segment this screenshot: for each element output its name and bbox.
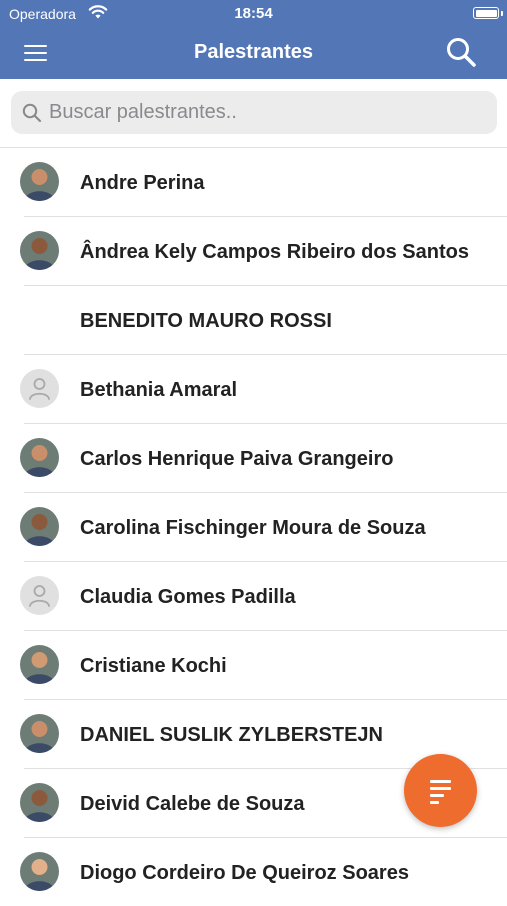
app-header: Operadora 18:54 Palestrantes: [0, 0, 507, 79]
speaker-row[interactable]: Andre Perina: [20, 148, 507, 217]
speaker-row[interactable]: Bethania Amaral: [20, 355, 507, 424]
speaker-name: Cristiane Kochi: [80, 655, 227, 677]
search-input[interactable]: [49, 91, 479, 134]
page-title: Palestrantes: [194, 41, 313, 63]
speaker-row[interactable]: BENEDITO MAURO ROSSI: [24, 286, 507, 355]
avatar: [20, 507, 59, 546]
speaker-name: Deivid Calebe de Souza: [80, 793, 305, 815]
speaker-name: Diogo Cordeiro De Queiroz Soares: [80, 862, 409, 884]
speaker-row[interactable]: Claudia Gomes Padilla: [20, 562, 507, 631]
avatar: [20, 714, 59, 753]
speaker-row[interactable]: Carolina Fischinger Moura de Souza: [20, 493, 507, 562]
speaker-name: DANIEL SUSLIK ZYLBERSTEJN: [80, 724, 383, 746]
speaker-name: Andre Perina: [80, 172, 205, 194]
speaker-row[interactable]: Ândrea Kely Campos Ribeiro dos Santos: [20, 217, 507, 286]
speaker-name: Ândrea Kely Campos Ribeiro dos Santos: [80, 241, 469, 263]
search-bar[interactable]: [11, 91, 497, 134]
battery-icon: [473, 7, 499, 19]
speaker-name: Claudia Gomes Padilla: [80, 586, 296, 608]
speaker-row[interactable]: Cristiane Kochi: [20, 631, 507, 700]
status-bar: Operadora 18:54: [0, 0, 507, 28]
clock: 18:54: [234, 5, 273, 22]
avatar: [20, 162, 59, 201]
avatar-placeholder-icon: [20, 576, 59, 615]
speaker-row[interactable]: Diogo Cordeiro De Queiroz Soares: [20, 838, 507, 906]
avatar-placeholder-icon: [20, 369, 59, 408]
avatar: [20, 783, 59, 822]
speaker-name: Bethania Amaral: [80, 379, 238, 401]
search-icon[interactable]: [445, 36, 479, 70]
speaker-name: Carolina Fischinger Moura de Souza: [80, 517, 426, 539]
speaker-name: BENEDITO MAURO ROSSI: [80, 310, 332, 332]
search-field-icon: [22, 103, 42, 123]
nav-bar: Palestrantes: [0, 30, 507, 75]
speaker-name: Carlos Henrique Paiva Grangeiro: [80, 448, 394, 470]
avatar: [20, 852, 59, 891]
avatar: [20, 231, 59, 270]
avatar: [20, 438, 59, 477]
battery-tip: [501, 11, 503, 16]
avatar: [20, 645, 59, 684]
filter-button[interactable]: [404, 754, 477, 827]
speaker-row[interactable]: Carlos Henrique Paiva Grangeiro: [20, 424, 507, 493]
